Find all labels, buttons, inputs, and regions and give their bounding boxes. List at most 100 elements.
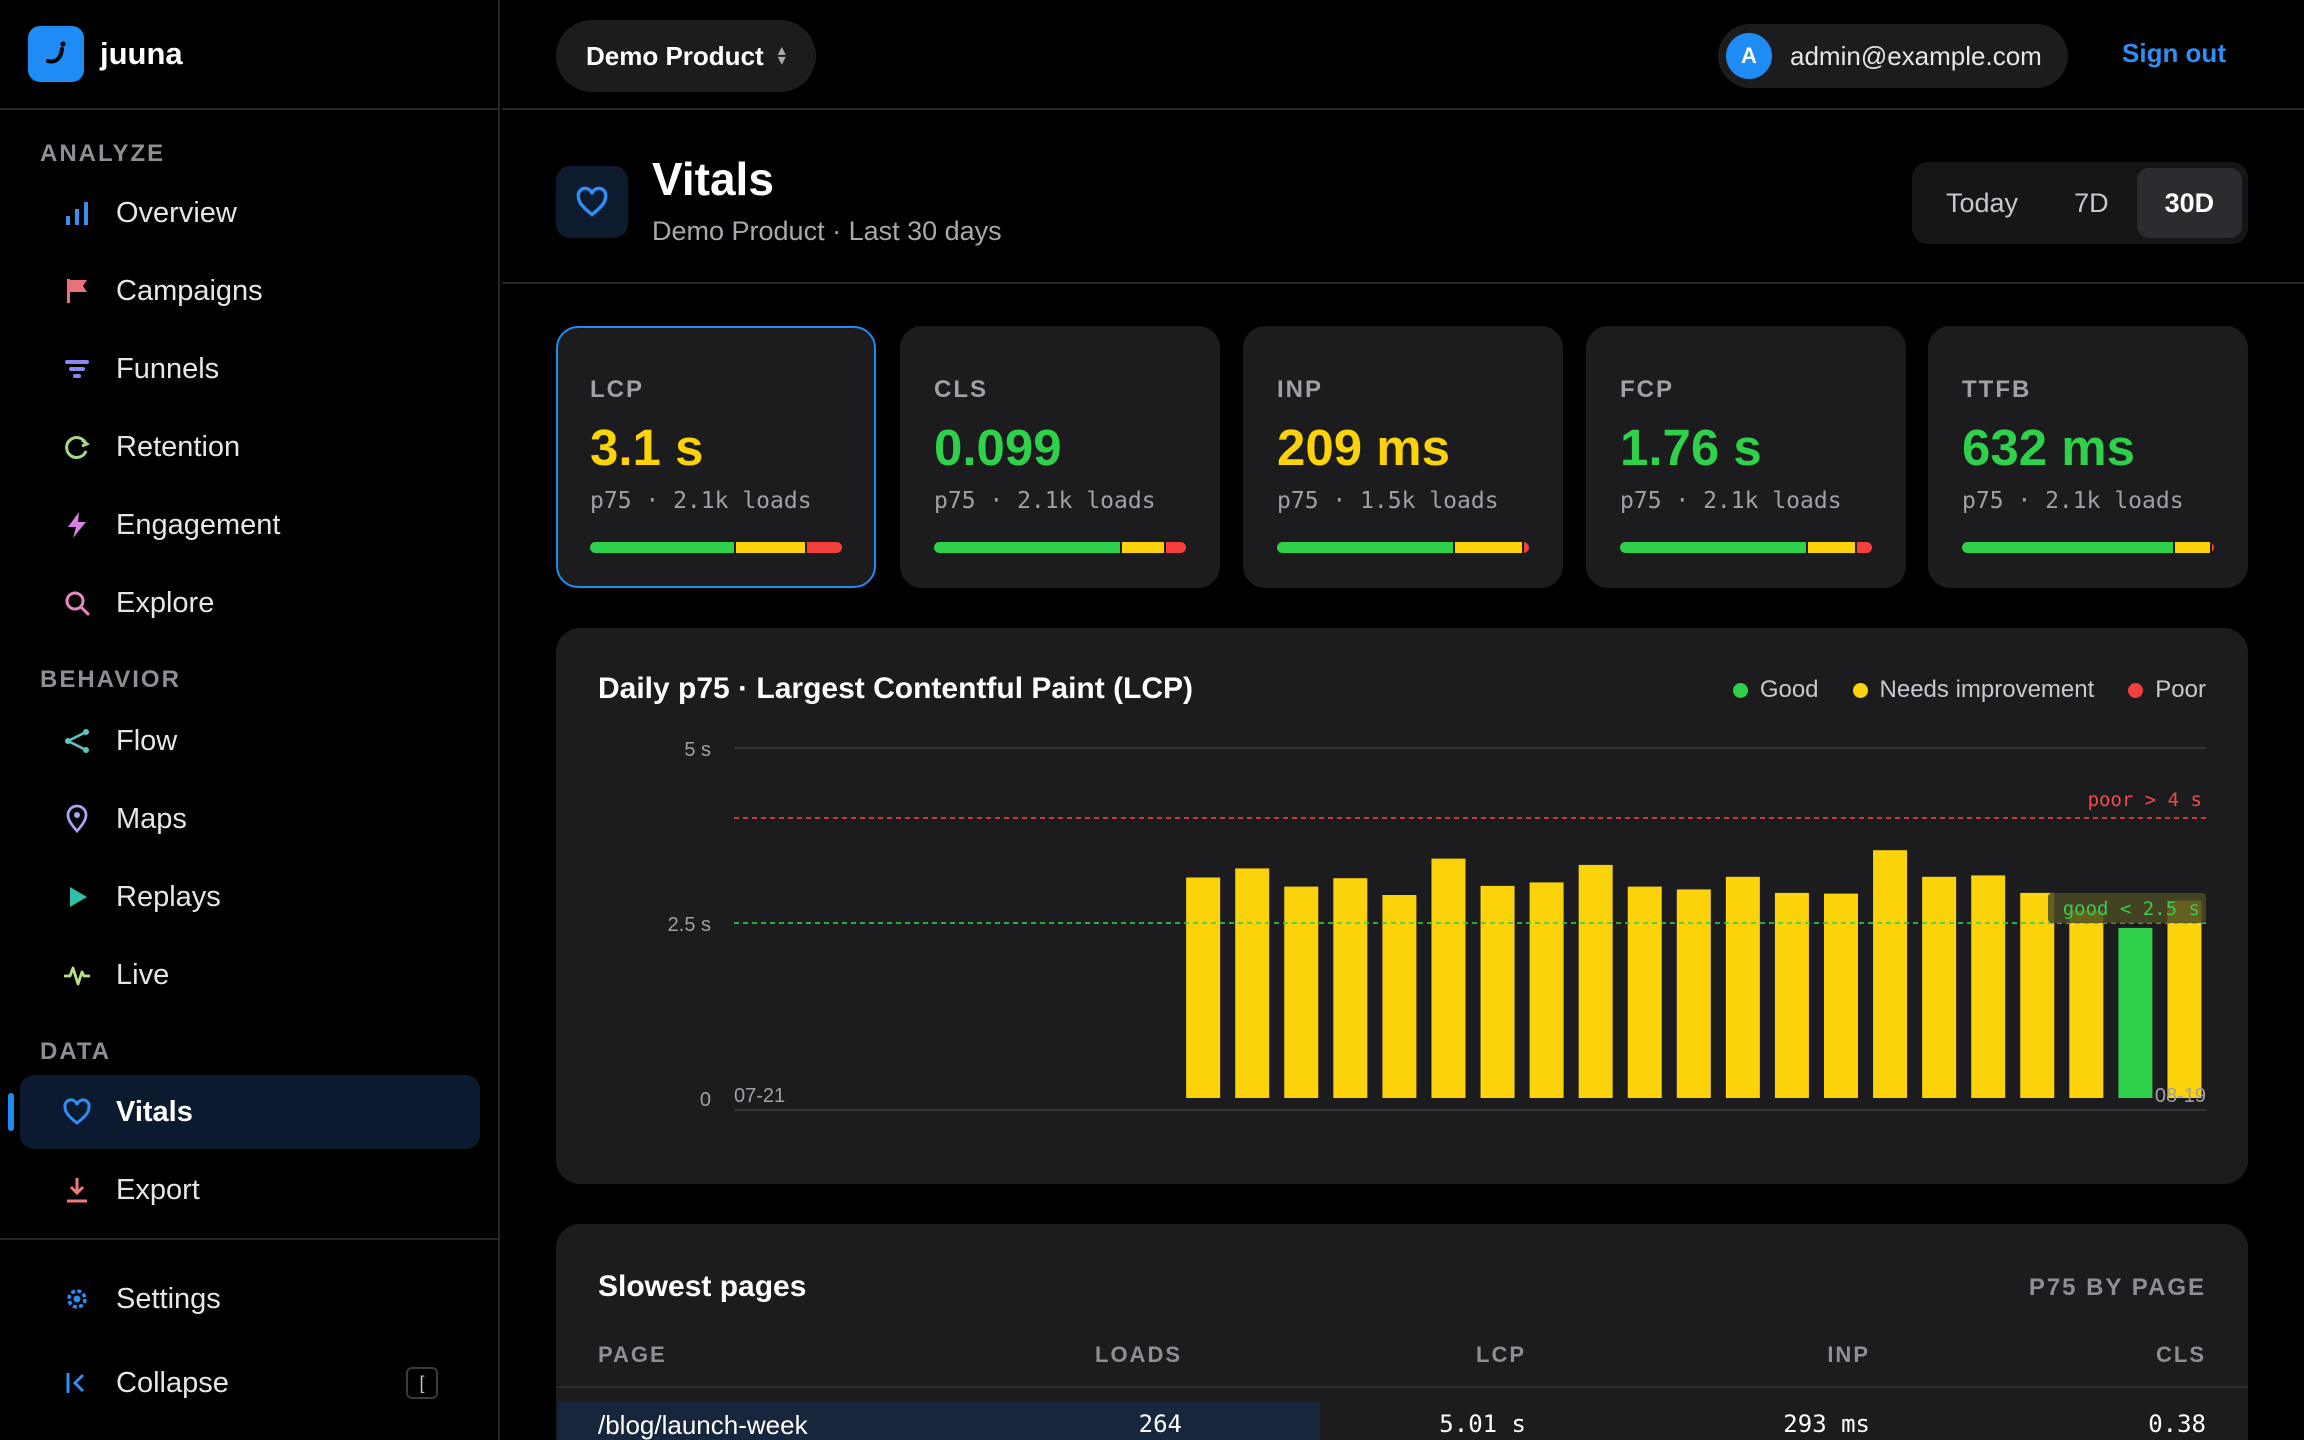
page-subtitle: Demo Product · Last 30 days xyxy=(652,216,1002,246)
metric-value: 632 ms xyxy=(1962,419,2135,476)
user-menu[interactable]: A admin@example.com xyxy=(1718,24,2068,88)
needs-improvement-segment xyxy=(1808,542,1856,553)
good-segment xyxy=(1277,542,1454,553)
search-icon xyxy=(58,584,96,622)
slowest-pages-panel: Slowest pages P75 BY PAGE PAGE LOADS LCP… xyxy=(556,1224,2248,1440)
section-analyze: ANALYZE xyxy=(40,140,166,167)
metric-meta: p75 · 2.1k loads xyxy=(1962,488,2184,514)
date-range-toggle: Today 7D 30D xyxy=(1912,162,2249,244)
bar-08-02 xyxy=(1333,878,1368,1098)
bar-08-09 xyxy=(1676,889,1711,1098)
poor-segment xyxy=(1166,542,1186,553)
metric-card-inp[interactable]: INP 209 ms p75 · 1.5k loads xyxy=(1243,326,1563,588)
col-lcp[interactable]: LCP xyxy=(1476,1342,1526,1368)
bar-08-05 xyxy=(1480,885,1515,1098)
sidebar-item-flow[interactable]: Flow xyxy=(20,704,480,778)
metric-value: 209 ms xyxy=(1277,419,1450,476)
table-tag: P75 BY PAGE xyxy=(2028,1274,2206,1301)
flag-icon xyxy=(58,272,96,310)
bar-08-07 xyxy=(1578,864,1613,1098)
sidebar-item-settings[interactable]: Settings xyxy=(20,1262,480,1336)
bar-07-31 xyxy=(1235,868,1270,1098)
gear-icon xyxy=(58,1280,96,1318)
metric-value: 3.1 s xyxy=(590,419,704,476)
brand-name: juuna xyxy=(100,36,183,71)
sidebar-item-replays[interactable]: Replays xyxy=(20,860,480,934)
collapse-button[interactable]: Collapse [ xyxy=(20,1346,480,1420)
x-tick-last: 08-19 xyxy=(2155,1085,2206,1107)
col-page[interactable]: PAGE xyxy=(598,1342,667,1368)
funnel-icon xyxy=(58,350,96,388)
y-tick-label: 2.5 s xyxy=(668,914,711,936)
refresh-icon xyxy=(58,428,96,466)
distribution-bar xyxy=(934,542,1186,553)
range-7d[interactable]: 7D xyxy=(2046,168,2137,238)
poor-segment xyxy=(807,542,842,553)
poor-segment xyxy=(2211,542,2214,553)
sidebar-item-vitals[interactable]: Vitals xyxy=(8,1075,480,1149)
x-tick-first: 07-21 xyxy=(734,1085,785,1107)
sidebar-item-overview[interactable]: Overview xyxy=(20,176,480,250)
metric-key: INP xyxy=(1277,376,1324,403)
bar-08-12 xyxy=(1824,893,1858,1098)
y-tick-label: 0 xyxy=(700,1089,711,1111)
metric-key: CLS xyxy=(934,376,988,403)
sidebar-item-engagement[interactable]: Engagement xyxy=(20,488,480,562)
metric-meta: p75 · 2.1k loads xyxy=(590,488,812,514)
poor-threshold-label: poor > 4 s xyxy=(2088,789,2202,811)
needs-improvement-segment xyxy=(2174,542,2210,553)
metric-meta: p75 · 2.1k loads xyxy=(934,488,1156,514)
metric-value: 0.099 xyxy=(934,419,1062,476)
table-divider xyxy=(556,1386,2248,1388)
cell-loads: 264 xyxy=(1138,1410,1182,1438)
metric-value: 1.76 s xyxy=(1620,419,1762,476)
metric-card-ttfb[interactable]: TTFB 632 ms p75 · 2.1k loads xyxy=(1928,326,2248,588)
sidebar-item-campaigns[interactable]: Campaigns xyxy=(20,254,480,328)
section-behavior: BEHAVIOR xyxy=(40,666,181,693)
product-selector[interactable]: Demo Product ▴ ▾ xyxy=(556,20,816,92)
sidebar-item-funnels[interactable]: Funnels xyxy=(20,332,480,406)
cell-inp: 293 ms xyxy=(1783,1410,1870,1438)
lcp-bar-chart: 5 s 2.5 s 0 poor > 4 s good < 2.5 s 07-21 08-1… xyxy=(668,739,2206,1111)
brand[interactable]: juuna xyxy=(0,0,498,110)
col-inp[interactable]: INP xyxy=(1827,1342,1870,1368)
metric-meta: p75 · 1.5k loads xyxy=(1277,488,1499,514)
metric-card-lcp[interactable]: LCP 3.1 s p75 · 2.1k loads xyxy=(556,326,876,588)
bolt-icon xyxy=(58,506,96,544)
heart-icon xyxy=(58,1093,96,1131)
user-email: admin@example.com xyxy=(1790,40,2042,71)
poor-segment xyxy=(1857,542,1872,553)
needs-improvement-segment xyxy=(735,542,806,553)
bar-08-04 xyxy=(1431,858,1466,1098)
col-loads[interactable]: LOADS xyxy=(1095,1342,1182,1368)
cell-page: /blog/launch-week xyxy=(598,1410,808,1440)
page-title: Vitals xyxy=(652,153,774,205)
table-title: Slowest pages xyxy=(598,1270,807,1303)
metric-key: FCP xyxy=(1620,376,1674,403)
metric-key: LCP xyxy=(590,376,644,403)
bar-08-14 xyxy=(1922,876,1957,1098)
range-30d[interactable]: 30D xyxy=(2136,168,2243,238)
sidebar-item-export[interactable]: Export xyxy=(20,1153,480,1227)
sidebar-item-retention[interactable]: Retention xyxy=(20,410,480,484)
bar-08-10 xyxy=(1725,876,1760,1098)
bar-08-13 xyxy=(1873,850,1908,1098)
cell-cls: 0.38 xyxy=(2148,1410,2206,1438)
metric-meta: p75 · 2.1k loads xyxy=(1620,488,1842,514)
bar-07-30 xyxy=(1186,877,1221,1098)
needs-improvement-segment xyxy=(1122,542,1165,553)
range-today[interactable]: Today xyxy=(1918,168,2046,238)
pulse-icon xyxy=(58,956,96,994)
sidebar-item-maps[interactable]: Maps xyxy=(20,782,480,856)
sidebar-item-live[interactable]: Live xyxy=(20,938,480,1012)
bar-08-19 xyxy=(2167,900,2202,1098)
col-cls[interactable]: CLS xyxy=(2156,1342,2206,1368)
logo-icon xyxy=(28,26,84,82)
metric-card-cls[interactable]: CLS 0.099 p75 · 2.1k loads xyxy=(900,326,1220,588)
download-icon xyxy=(58,1171,96,1209)
heart-icon xyxy=(556,166,628,238)
metric-card-fcp[interactable]: FCP 1.76 s p75 · 2.1k loads xyxy=(1586,326,1906,588)
sign-out-link[interactable]: Sign out xyxy=(2122,38,2226,69)
avatar: A xyxy=(1726,33,1772,79)
sidebar-item-explore[interactable]: Explore xyxy=(20,566,480,640)
